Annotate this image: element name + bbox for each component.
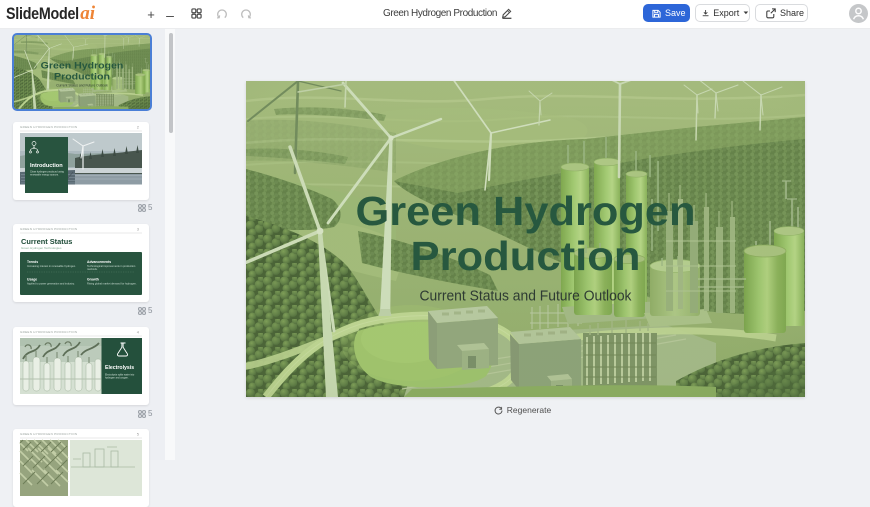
svg-text:GREEN HYDROGEN PRODUCTION: GREEN HYDROGEN PRODUCTION — [20, 227, 77, 231]
svg-text:Rising global market demand fo: Rising global market demand for hydrogen… — [87, 282, 137, 286]
svg-text:GREEN HYDROGEN PRODUCTION: GREEN HYDROGEN PRODUCTION — [20, 125, 77, 129]
svg-text:5: 5 — [137, 432, 140, 437]
svg-text:Current Status: Current Status — [21, 237, 72, 246]
svg-text:Production: Production — [411, 233, 641, 279]
svg-text:GREEN HYDROGEN PRODUCTION: GREEN HYDROGEN PRODUCTION — [20, 330, 77, 334]
svg-text:3: 3 — [137, 227, 140, 232]
svg-text:methods.: methods. — [87, 267, 98, 271]
svg-text:Advancements: Advancements — [87, 260, 111, 264]
svg-text:4: 4 — [137, 330, 140, 335]
svg-text:Green Hydrogen Technologies: Green Hydrogen Technologies — [21, 246, 62, 250]
svg-text:Applied to power generation an: Applied to power generation and industry… — [27, 282, 75, 286]
svg-text:renewable energy sources.: renewable energy sources. — [30, 174, 59, 177]
svg-text:GREEN HYDROGEN PRODUCTION: GREEN HYDROGEN PRODUCTION — [20, 432, 77, 436]
svg-text:Increasing interest in renewab: Increasing interest in renewable hydroge… — [27, 264, 76, 268]
svg-text:Introduction: Introduction — [30, 163, 63, 169]
svg-text:Usage: Usage — [27, 278, 37, 282]
svg-text:Green Hydrogen: Green Hydrogen — [356, 188, 696, 234]
svg-text:Growth: Growth — [87, 278, 99, 282]
svg-text:Trends: Trends — [27, 260, 38, 264]
svg-text:hydrogen and oxygen.: hydrogen and oxygen. — [105, 377, 129, 380]
svg-text:Current Status and Future Outl: Current Status and Future Outlook — [420, 288, 632, 305]
svg-text:Electrolysis: Electrolysis — [105, 365, 134, 371]
svg-text:2: 2 — [137, 125, 140, 130]
